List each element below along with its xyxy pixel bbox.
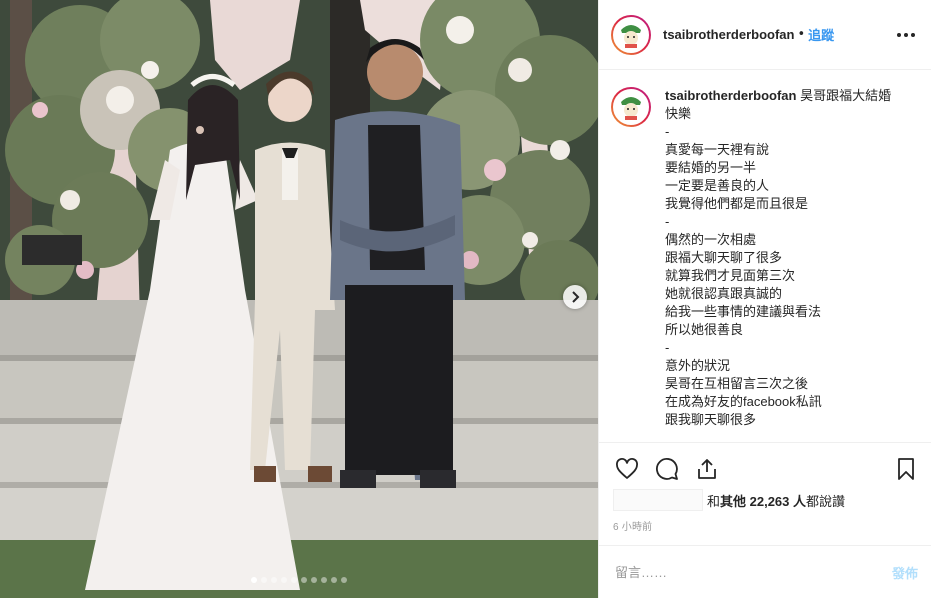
comment-form: 發佈 <box>599 545 931 598</box>
carousel-dot <box>291 577 297 583</box>
wedding-photo-image <box>0 0 598 598</box>
carousel-dot <box>271 577 277 583</box>
liked-by-placeholder[interactable] <box>613 489 703 511</box>
more-options-button[interactable] <box>897 27 915 43</box>
caption: tsaibrotherderboofan 昊哥跟福大結婚 快樂 - 真愛每一天裡… <box>665 87 916 441</box>
post-side-panel: tsaibrotherderboofan • 追蹤 tsaibrotherder… <box>598 0 931 598</box>
header-separator: • <box>797 27 806 42</box>
cartoon-avatar-icon <box>617 20 645 49</box>
carousel-dot <box>331 577 337 583</box>
comment-button[interactable] <box>653 455 681 483</box>
carousel-dot <box>251 577 257 583</box>
carousel-next-button[interactable] <box>563 285 587 309</box>
action-bar <box>599 442 931 494</box>
chevron-right-icon <box>572 291 580 303</box>
follow-button[interactable]: 追蹤 <box>808 25 834 44</box>
comment-input[interactable] <box>615 564 892 580</box>
comment-bubble-icon <box>656 457 678 480</box>
avatar-image <box>613 16 649 53</box>
caption-username[interactable]: tsaibrotherderboofan <box>665 88 796 103</box>
carousel-dot <box>281 577 287 583</box>
caption-scroll-area[interactable]: tsaibrotherderboofan 昊哥跟福大結婚 快樂 - 真愛每一天裡… <box>599 71 931 441</box>
post-photo[interactable] <box>0 0 598 598</box>
share-button[interactable] <box>693 455 721 483</box>
caption-text: 昊哥跟福大結婚 快樂 - 真愛每一天裡有說 要結婚的另一半 一定要是善良的人 我… <box>665 88 892 427</box>
likes-prefix: 和 <box>707 493 721 509</box>
caption-avatar[interactable] <box>611 87 651 127</box>
carousel-dot <box>341 577 347 583</box>
heart-icon <box>616 457 638 479</box>
post-header: tsaibrotherderboofan • 追蹤 <box>599 0 931 70</box>
like-button[interactable] <box>613 455 641 483</box>
more-options-icon <box>897 32 901 37</box>
likes-count-link[interactable]: 其他 22,263 人 <box>720 491 806 510</box>
avatar-image <box>613 89 649 125</box>
carousel-dot <box>311 577 317 583</box>
likes-suffix: 都說讚 <box>806 493 846 509</box>
carousel-dot <box>301 577 307 583</box>
save-button[interactable] <box>892 455 920 483</box>
cartoon-avatar-icon <box>617 93 645 121</box>
avatar[interactable] <box>611 14 651 55</box>
bookmark-icon <box>898 457 914 480</box>
post-author-username[interactable]: tsaibrotherderboofan <box>663 27 794 42</box>
likes-summary: 和 其他 22,263 人 都說讚 <box>613 488 845 512</box>
post-timestamp[interactable]: 6 小時前 <box>613 518 652 533</box>
carousel-indicator <box>0 577 598 583</box>
post-comment-button[interactable]: 發佈 <box>892 563 918 582</box>
carousel-dot <box>321 577 327 583</box>
carousel-dot <box>261 577 267 583</box>
share-icon <box>698 458 716 479</box>
